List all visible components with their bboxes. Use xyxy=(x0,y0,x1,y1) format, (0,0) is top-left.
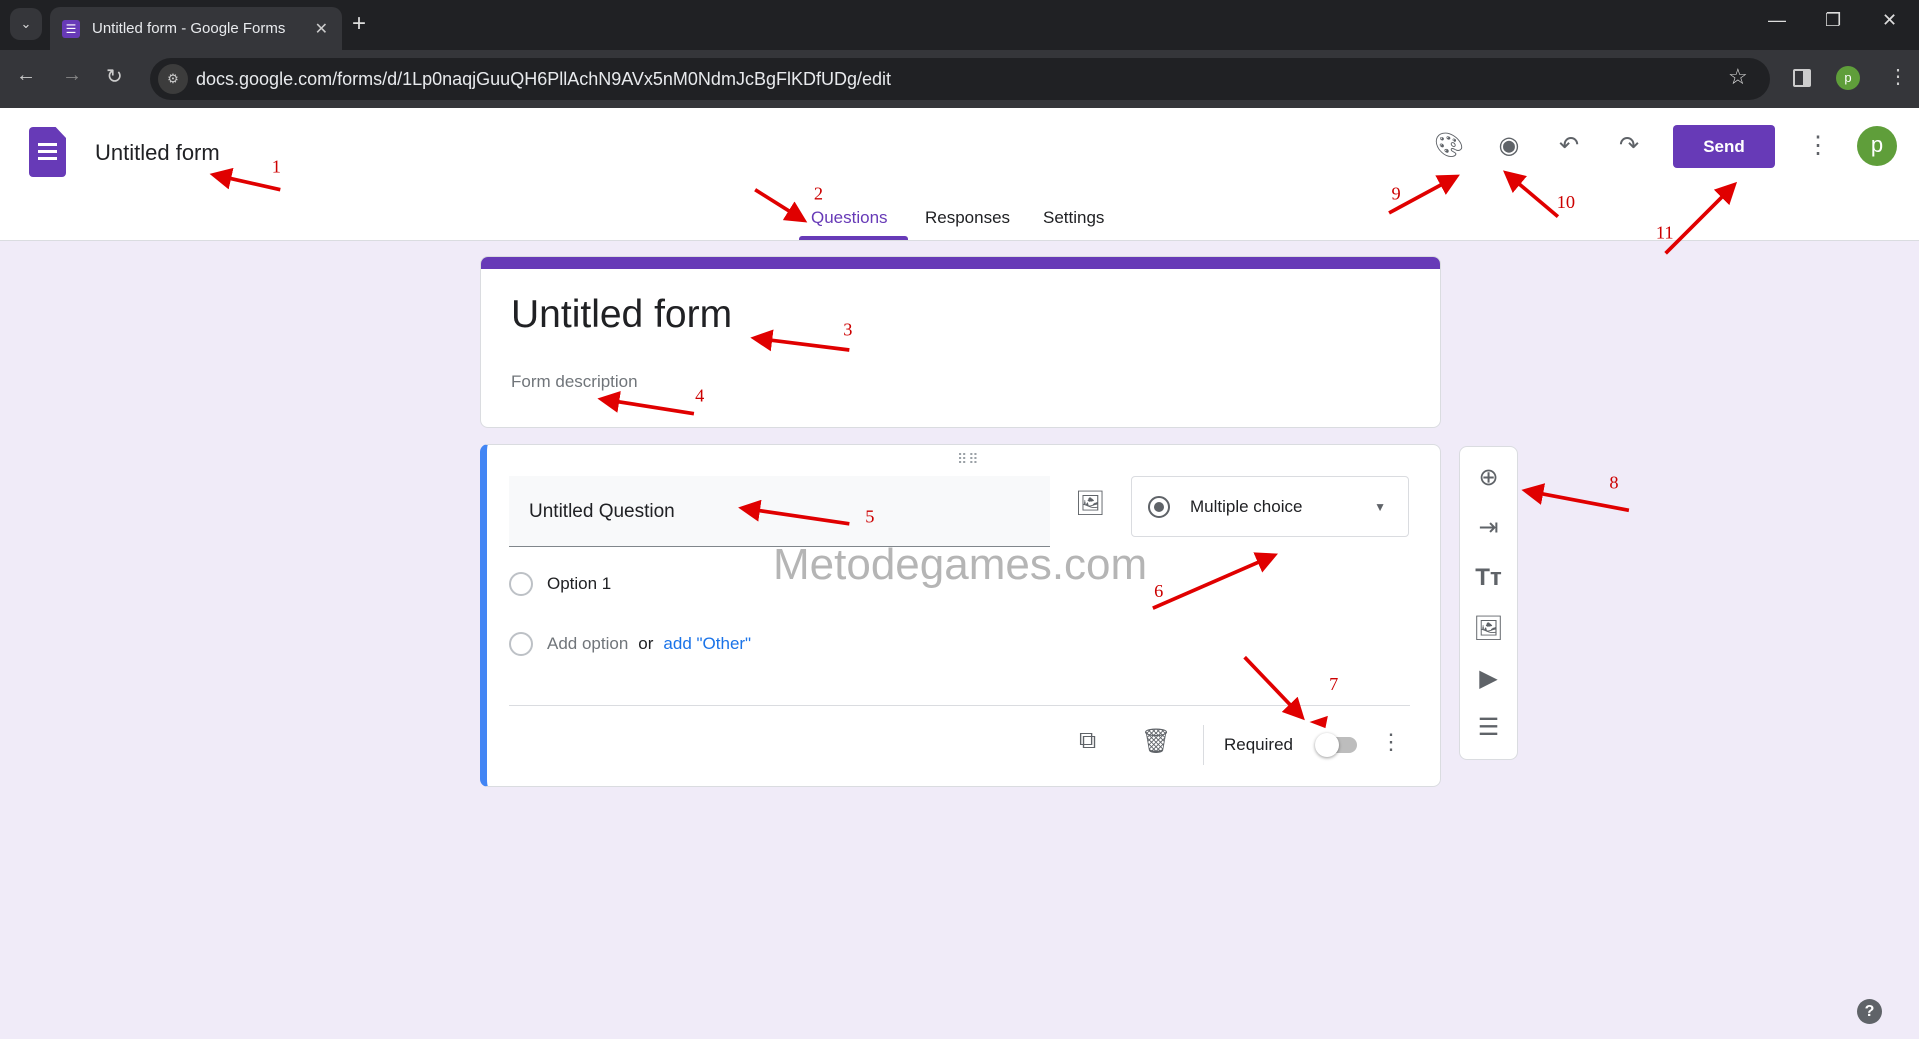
send-button[interactable]: Send xyxy=(1673,125,1775,168)
active-tab-indicator xyxy=(799,236,908,240)
add-section-icon[interactable]: ☰ xyxy=(1460,713,1517,742)
radio-icon xyxy=(1148,495,1170,518)
question-type-label: Multiple choice xyxy=(1190,496,1303,516)
form-title-card: Untitled form Form description xyxy=(480,256,1441,428)
annotation-arrow xyxy=(1521,483,1630,513)
add-option-button[interactable]: Add option xyxy=(547,634,628,654)
close-window-icon[interactable]: ✕ xyxy=(1882,10,1897,31)
bookmark-star-icon[interactable]: ☆ xyxy=(1728,64,1748,90)
avatar[interactable]: p xyxy=(1857,126,1897,166)
drag-handle-icon[interactable]: ⠿⠿ xyxy=(957,451,980,468)
redo-icon[interactable]: ↷ xyxy=(1613,130,1645,162)
chrome-menu-icon[interactable]: ⋮ xyxy=(1888,64,1908,89)
undo-icon[interactable]: ↶ xyxy=(1553,130,1585,162)
add-question-icon[interactable]: ⊕ xyxy=(1460,463,1517,492)
tab-search-button[interactable]: ⌄ xyxy=(10,8,42,40)
dropdown-arrow-icon: ▼ xyxy=(1374,499,1386,514)
restore-icon[interactable]: ❐ xyxy=(1825,10,1841,31)
tab-title: Untitled form - Google Forms xyxy=(92,20,286,37)
more-options-icon[interactable]: ⋮ xyxy=(1802,130,1834,162)
minimize-icon[interactable]: — xyxy=(1768,10,1786,31)
divider xyxy=(1203,725,1204,765)
add-image-icon[interactable]: 🖼︎ xyxy=(1075,489,1105,518)
question-title-input[interactable]: Untitled Question xyxy=(509,476,1050,547)
import-questions-icon[interactable]: ⇥ xyxy=(1460,513,1517,542)
new-tab-button[interactable]: + xyxy=(352,10,366,38)
tab-responses[interactable]: Responses xyxy=(925,208,1010,228)
tab-questions[interactable]: Questions xyxy=(811,208,888,228)
forward-icon[interactable]: → xyxy=(62,64,82,87)
side-panel-icon[interactable] xyxy=(1793,69,1811,87)
palette-icon[interactable]: 🎨︎ xyxy=(1433,130,1465,162)
annotation-label: 8 xyxy=(1609,472,1618,492)
document-title[interactable]: Untitled form xyxy=(95,140,220,166)
help-icon[interactable]: ? xyxy=(1857,999,1882,1024)
required-toggle[interactable] xyxy=(1315,733,1357,757)
radio-button[interactable] xyxy=(509,572,533,596)
add-video-icon[interactable]: ▶ xyxy=(1460,664,1517,693)
close-tab-icon[interactable]: ✕ xyxy=(315,19,328,39)
question-more-icon[interactable]: ⋮ xyxy=(1380,729,1402,755)
back-icon[interactable]: ← xyxy=(16,64,36,87)
forms-logo-icon[interactable] xyxy=(29,127,66,177)
chrome-profile-avatar[interactable]: p xyxy=(1836,66,1860,90)
option-label[interactable]: Option 1 xyxy=(547,574,611,594)
delete-icon[interactable]: 🗑︎ xyxy=(1141,727,1171,756)
url-text: docs.google.com/forms/d/1Lp0naqjGuuQH6Pl… xyxy=(196,68,891,89)
address-bar[interactable]: ⚙ docs.google.com/forms/d/1Lp0naqjGuuQH6… xyxy=(150,58,1770,100)
question-type-dropdown[interactable]: Multiple choice ▼ xyxy=(1131,476,1409,537)
radio-button xyxy=(509,632,533,656)
watermark: Metodegames.com xyxy=(773,540,1148,589)
required-label: Required xyxy=(1224,735,1293,754)
add-other-button[interactable]: add "Other" xyxy=(663,634,751,654)
form-title-input[interactable]: Untitled form xyxy=(511,293,732,337)
or-label: or xyxy=(638,634,654,653)
site-settings-icon[interactable]: ⚙ xyxy=(158,64,188,94)
eye-icon[interactable]: ◉ xyxy=(1493,130,1525,162)
duplicate-icon[interactable]: ⧉ xyxy=(1079,727,1096,755)
floating-toolbar: ⊕ ⇥ Tт 🖼︎ ▶ ☰ xyxy=(1459,446,1518,760)
accent-band xyxy=(481,257,1440,269)
add-option-row: Add option or add "Other" xyxy=(509,632,751,656)
option-row[interactable]: Option 1 xyxy=(509,572,611,596)
browser-tab[interactable]: ☰ Untitled form - Google Forms ✕ xyxy=(50,7,342,50)
add-title-icon[interactable]: Tт xyxy=(1460,564,1517,592)
question-card[interactable]: ⠿⠿ Untitled Question 🖼︎ Multiple choice … xyxy=(480,444,1441,787)
divider xyxy=(509,705,1410,706)
add-image-icon[interactable]: 🖼︎ xyxy=(1460,614,1517,643)
reload-icon[interactable]: ↻ xyxy=(106,64,123,89)
forms-favicon-icon: ☰ xyxy=(62,19,80,38)
form-description-input[interactable]: Form description xyxy=(511,372,638,392)
tab-settings[interactable]: Settings xyxy=(1043,208,1104,228)
